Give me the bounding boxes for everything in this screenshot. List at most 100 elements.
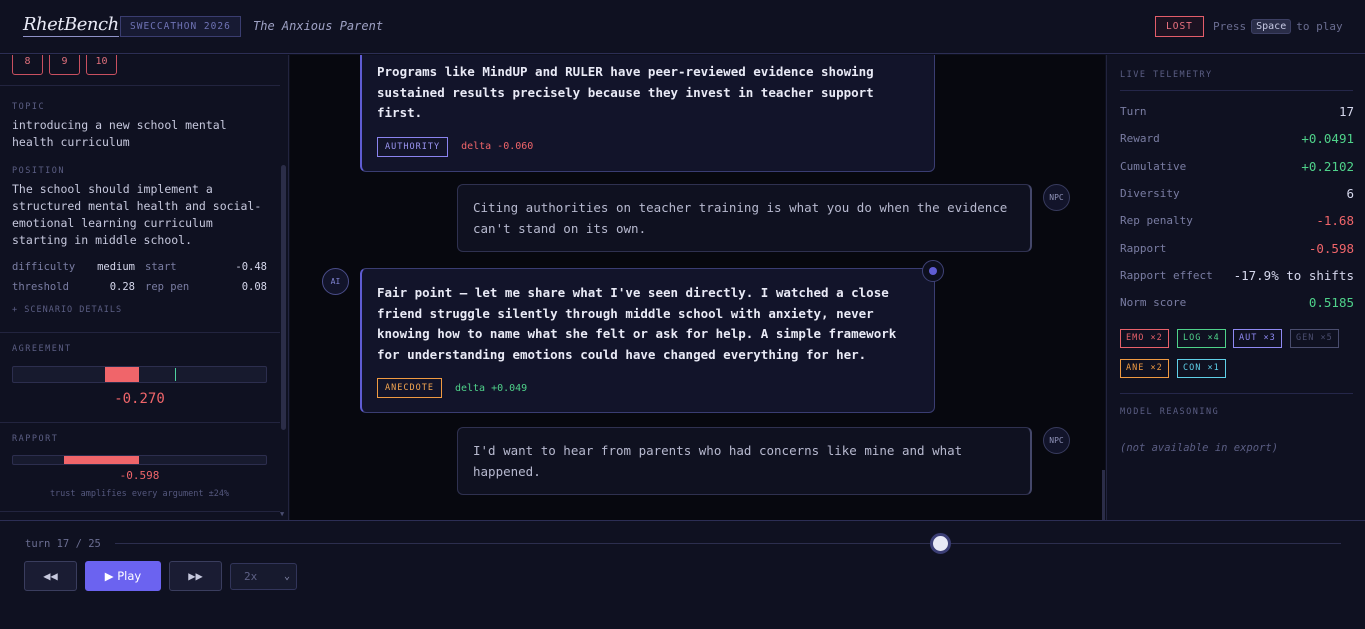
scenario-details-toggle[interactable]: + SCENARIO DETAILS: [12, 305, 122, 315]
telemetry-label: Reward: [1120, 132, 1160, 146]
status-badge: LOST: [1155, 16, 1204, 37]
agreement-label: AGREEMENT: [12, 344, 72, 354]
current-turn-indicator-icon: [922, 260, 944, 282]
telemetry-value: -1.68: [1316, 213, 1354, 229]
message-text: Fair point — let me share what I've seen…: [377, 285, 897, 362]
topic-text: introducing a new school mental health c…: [12, 118, 227, 149]
delta-value: delta +0.049: [454, 382, 528, 394]
ai-message: Fair point — let me share what I've seen…: [360, 268, 935, 413]
technique-chip: GEN ×5: [1290, 329, 1339, 348]
position-label: POSITION: [12, 166, 65, 176]
play-button[interactable]: ▶ Play: [85, 561, 161, 591]
message-meta: ANECDOTE delta +0.049: [377, 378, 919, 398]
start-value: -0.48: [235, 261, 267, 273]
divider: [0, 422, 280, 423]
timeline-thumb[interactable]: [930, 533, 952, 554]
hint-suffix: to play: [1296, 20, 1343, 33]
telemetry-label: Norm score: [1120, 296, 1187, 310]
transcript-scrollbar[interactable]: [1102, 470, 1105, 520]
agreement-fill: [105, 367, 140, 382]
npc-avatar: NPC: [1043, 427, 1070, 454]
ai-avatar: AI: [322, 268, 349, 295]
telemetry-value: +0.2102: [1301, 158, 1354, 174]
scenario-sidebar: 8 9 10 TOPIC introducing a new school me…: [0, 55, 289, 520]
turn-counter: turn 17 / 25: [25, 538, 101, 550]
turn-button-10[interactable]: 10: [86, 55, 117, 75]
rapport-bar: [12, 455, 267, 465]
difficulty-value: medium: [97, 261, 135, 273]
event-badge: SWECCATHON 2026: [120, 16, 241, 37]
message-text: Programs like MindUP and RULER have peer…: [377, 64, 874, 120]
threshold-label: threshold: [12, 281, 69, 293]
telemetry-label: Diversity: [1120, 186, 1180, 200]
rapport-value: -0.598: [119, 469, 160, 482]
telemetry-panel: LIVE TELEMETRY Turn 17 Reward +0.0491 Cumula…: [1106, 55, 1365, 520]
technique-chip: ANE ×2: [1120, 359, 1169, 378]
technique-chip: CON ×1: [1177, 359, 1226, 378]
app-root: RhetBench SWECCATHON 2026 The Anxious Pa…: [0, 0, 1365, 629]
difficulty-label: difficulty: [12, 261, 76, 273]
transcript-panel: Programs like MindUP and RULER have peer…: [290, 55, 1105, 520]
next-button[interactable]: ▶▶: [169, 561, 222, 591]
threshold-marker: [175, 368, 176, 381]
telemetry-value: +0.0491: [1301, 131, 1354, 147]
message-meta: AUTHORITY delta -0.060: [377, 136, 919, 157]
chevron-down-icon: ⌄: [283, 571, 290, 582]
message-text: I'd want to hear from parents who had co…: [473, 443, 963, 479]
reasoning-text: (not available in export): [1120, 442, 1279, 454]
technique-tag: ANECDOTE: [377, 378, 442, 398]
reasoning-title: MODEL REASONING: [1120, 407, 1220, 417]
telemetry-label: Rapport effect: [1120, 268, 1213, 282]
space-key: Space: [1251, 19, 1292, 34]
telemetry-value: 17: [1338, 104, 1354, 119]
telemetry-value: 0.5185: [1308, 295, 1354, 311]
top-bar: RhetBench SWECCATHON 2026 The Anxious Pa…: [0, 0, 1365, 54]
speed-select[interactable]: 2x ⌄: [230, 563, 297, 590]
npc-message: Citing authorities on teacher training i…: [457, 184, 1032, 252]
npc-avatar: NPC: [1043, 184, 1070, 211]
divider: [0, 85, 280, 86]
position-text: The school should implement a structured…: [12, 182, 262, 247]
delta-value: delta -0.060: [461, 141, 534, 152]
start-label: start: [145, 261, 177, 273]
timeline-track[interactable]: [115, 543, 1341, 544]
speed-value: 2x: [244, 570, 258, 583]
divider: [0, 332, 280, 333]
telemetry-label: Rep penalty: [1120, 214, 1193, 228]
hint-prefix: Press: [1213, 20, 1247, 33]
rapport-note: trust amplifies every argument ±24%: [49, 489, 230, 499]
npc-message: I'd want to hear from parents who had co…: [457, 427, 1032, 495]
sidebar-scrollbar[interactable]: [281, 165, 286, 430]
telemetry-value: -0.598: [1308, 240, 1354, 256]
technique-chip: EMO ×2: [1120, 329, 1169, 348]
agreement-bar: [12, 366, 267, 383]
turn-button-9[interactable]: 9: [49, 55, 80, 75]
divider: [0, 511, 280, 512]
rep-pen-value: 0.08: [241, 281, 267, 293]
prev-button[interactable]: ◀◀: [24, 561, 77, 591]
telemetry-value: 6: [1346, 185, 1354, 201]
playback-bar: turn 17 / 25 ◀◀ ▶ Play ▶▶ 2x ⌄: [0, 520, 1365, 629]
technique-chip: LOG ×4: [1177, 329, 1226, 348]
telemetry-label: Rapport: [1120, 241, 1167, 255]
keyboard-hint: Press Space to play: [1213, 19, 1343, 34]
divider: [1120, 393, 1353, 394]
turn-button-8[interactable]: 8: [12, 55, 43, 75]
telemetry-label: Turn: [1120, 105, 1147, 118]
technique-chip: AUT ×3: [1233, 329, 1282, 348]
message-text: Citing authorities on teacher training i…: [473, 200, 1008, 236]
threshold-value: 0.28: [109, 281, 135, 293]
rep-pen-label: rep pen: [145, 281, 190, 293]
scroll-down-icon[interactable]: ▼: [280, 510, 284, 518]
scenario-title: The Anxious Parent: [253, 19, 384, 33]
rapport-label: RAPPORT: [12, 434, 59, 444]
rapport-fill: [63, 456, 140, 464]
telemetry-title: LIVE TELEMETRY: [1120, 70, 1213, 80]
logo: RhetBench: [23, 14, 119, 37]
telemetry-value: -17.9% to shifts: [1233, 267, 1354, 283]
technique-tag: AUTHORITY: [377, 136, 449, 157]
divider: [1120, 90, 1353, 91]
ai-message: Programs like MindUP and RULER have peer…: [360, 55, 935, 172]
agreement-value: -0.270: [114, 391, 165, 407]
telemetry-label: Cumulative: [1120, 159, 1187, 173]
